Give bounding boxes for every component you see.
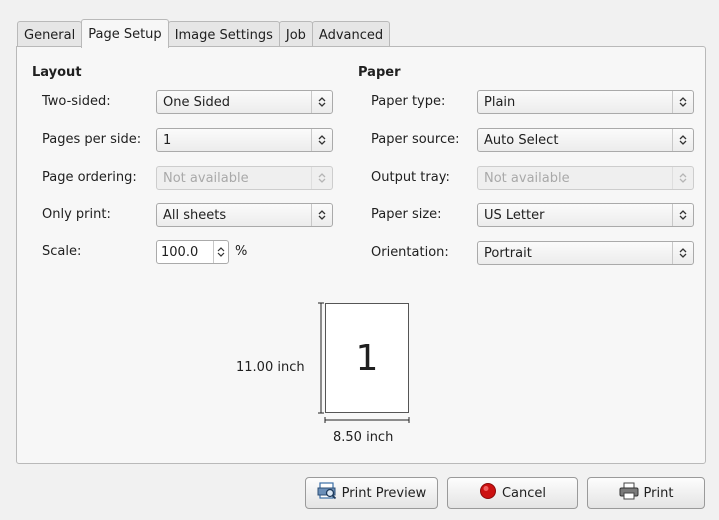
scale-unit: % [235, 244, 248, 259]
paper-type-value: Plain [484, 94, 516, 110]
print-preview-icon [317, 482, 337, 504]
print-preview-button[interactable]: Print Preview [305, 477, 438, 509]
pages-per-side-label: Pages per side: [42, 132, 142, 147]
tab-advanced[interactable]: Advanced [311, 21, 391, 48]
page-ordering-combo[interactable]: Not available [156, 166, 333, 190]
tab-job[interactable]: Job [278, 21, 313, 48]
scale-label: Scale: [42, 244, 82, 259]
tab-general[interactable]: General [17, 21, 83, 48]
output-tray-value: Not available [484, 170, 570, 186]
updown-arrow-icon [311, 91, 332, 113]
page-preview: 1 [325, 303, 409, 413]
updown-arrow-icon [672, 129, 693, 151]
paper-source-combo[interactable]: Auto Select [477, 128, 694, 152]
only-print-value: All sheets [163, 207, 227, 223]
preview-page-number: 1 [355, 337, 379, 379]
printer-icon [619, 482, 639, 504]
cancel-icon [479, 482, 497, 504]
page-ordering-value: Not available [163, 170, 249, 186]
page-ordering-label: Page ordering: [42, 170, 137, 185]
paper-section-title: Paper [358, 65, 401, 80]
width-dimension-line [324, 417, 410, 423]
updown-arrow-icon [672, 167, 693, 189]
print-preview-label: Print Preview [341, 485, 427, 501]
paper-size-combo[interactable]: US Letter [477, 203, 694, 227]
tab-bar: General Page Setup Image Settings Job Ad… [17, 19, 391, 48]
only-print-label: Only print: [42, 207, 111, 222]
layout-section-title: Layout [32, 65, 82, 80]
paper-type-label: Paper type: [371, 94, 446, 109]
width-dimension-label: 8.50 inch [333, 430, 394, 445]
tab-image-settings[interactable]: Image Settings [167, 21, 280, 48]
updown-arrow-icon [672, 91, 693, 113]
paper-type-combo[interactable]: Plain [477, 90, 694, 114]
pages-per-side-value: 1 [163, 132, 172, 148]
two-sided-label: Two-sided: [42, 94, 111, 109]
cancel-button[interactable]: Cancel [447, 477, 578, 509]
output-tray-label: Output tray: [371, 170, 450, 185]
pages-per-side-combo[interactable]: 1 [156, 128, 333, 152]
two-sided-combo[interactable]: One Sided [156, 90, 333, 114]
updown-arrow-icon [672, 242, 693, 264]
two-sided-value: One Sided [163, 94, 230, 110]
spin-arrows-icon[interactable] [213, 241, 228, 263]
tab-page-setup[interactable]: Page Setup [81, 19, 169, 48]
only-print-combo[interactable]: All sheets [156, 203, 333, 227]
cancel-label: Cancel [501, 485, 547, 501]
updown-arrow-icon [311, 167, 332, 189]
orientation-value: Portrait [484, 245, 532, 261]
updown-arrow-icon [311, 129, 332, 151]
orientation-label: Orientation: [371, 245, 449, 260]
scale-spinbutton[interactable]: 100.0 [156, 240, 229, 264]
updown-arrow-icon [672, 204, 693, 226]
paper-source-label: Paper source: [371, 132, 460, 147]
orientation-combo[interactable]: Portrait [477, 241, 694, 265]
scale-value: 100.0 [161, 244, 199, 260]
height-dimension-label: 11.00 inch [236, 360, 305, 375]
print-label: Print [643, 485, 674, 501]
paper-size-label: Paper size: [371, 207, 442, 222]
updown-arrow-icon [311, 204, 332, 226]
paper-source-value: Auto Select [484, 132, 559, 148]
paper-size-value: US Letter [484, 207, 545, 223]
output-tray-combo[interactable]: Not available [477, 166, 694, 190]
print-button[interactable]: Print [587, 477, 705, 509]
